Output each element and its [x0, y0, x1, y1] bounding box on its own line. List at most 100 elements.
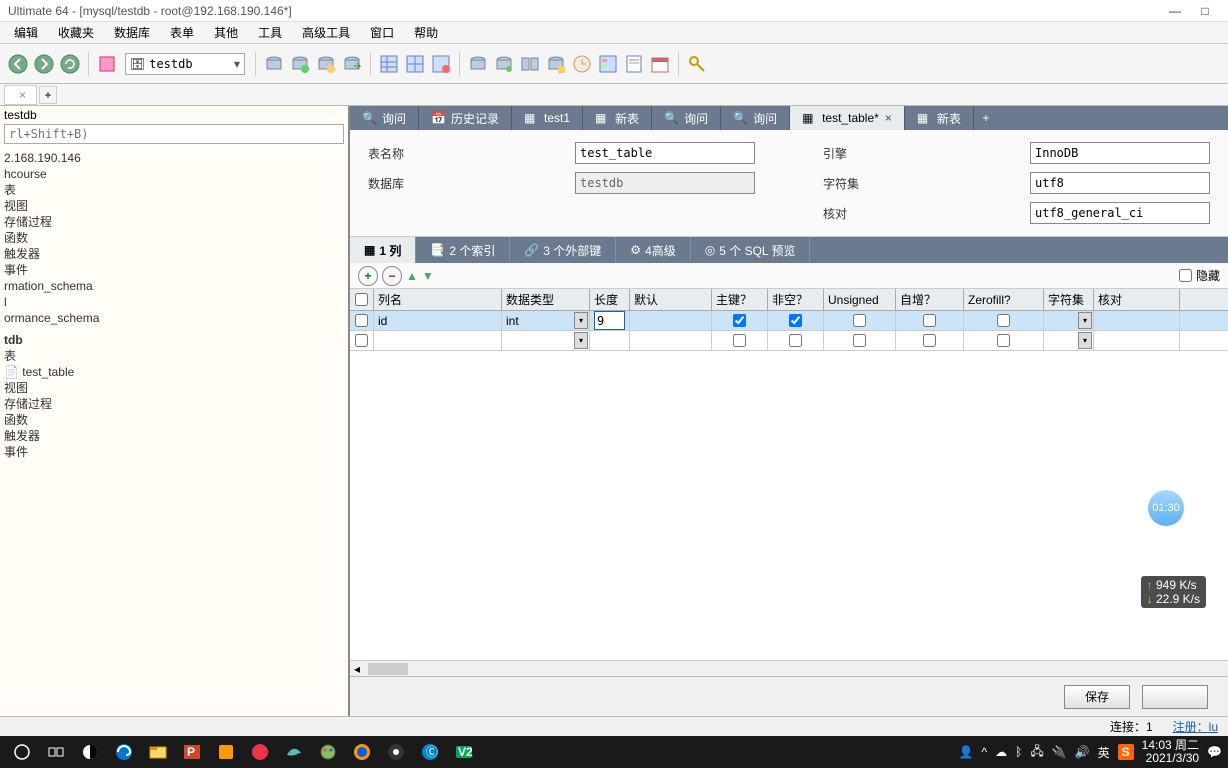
engine-select[interactable]: InnoDB [1030, 142, 1210, 164]
task-view-icon[interactable] [40, 738, 72, 766]
firefox-icon[interactable] [346, 738, 378, 766]
pk-checkbox[interactable] [733, 334, 746, 347]
unsigned-checkbox[interactable] [853, 334, 866, 347]
tree-node[interactable]: rmation_schema [2, 278, 346, 294]
menu-window[interactable]: 窗口 [360, 22, 404, 43]
grid2-icon[interactable] [403, 52, 427, 76]
db-schedule-icon[interactable] [570, 52, 594, 76]
menu-help[interactable]: 帮助 [404, 22, 448, 43]
unsigned-checkbox[interactable] [853, 314, 866, 327]
tree-child[interactable]: 存储过程 [2, 396, 346, 412]
maximize-button[interactable]: □ [1190, 4, 1220, 18]
col-default-cell[interactable] [630, 311, 712, 330]
delete-column-button[interactable]: − [382, 266, 402, 286]
report-icon[interactable] [622, 52, 646, 76]
object-tree[interactable]: 2.168.190.146 hcourse 表 视图 存储过程 函数 触发器 事… [0, 146, 348, 716]
subtab-advanced[interactable]: ⚙4高级 [616, 237, 690, 263]
tree-child[interactable]: 视图 [2, 380, 346, 396]
tray-notif-icon[interactable]: 💬 [1207, 745, 1222, 759]
menu-edit[interactable]: 编辑 [4, 22, 48, 43]
col-len-cell[interactable] [590, 331, 630, 350]
col-collation-cell[interactable] [1094, 331, 1180, 350]
sidebar-root[interactable]: testdb [4, 108, 344, 122]
app3-icon[interactable] [244, 738, 276, 766]
db-sync1-icon[interactable] [466, 52, 490, 76]
col-type-cell[interactable]: int▾ [502, 311, 590, 330]
zerofill-checkbox[interactable] [997, 314, 1010, 327]
tree-node[interactable]: hcourse [2, 166, 346, 182]
tab-test-table[interactable]: ▦test_table*× [790, 106, 905, 130]
col-default-header[interactable]: 默认 [630, 289, 712, 310]
app5-icon[interactable]: Ⓒ [414, 738, 446, 766]
tab-query3[interactable]: 🔍询问 [721, 106, 790, 130]
db-tool4-icon[interactable] [340, 52, 364, 76]
tree-node[interactable]: 2.168.190.146 [2, 150, 346, 166]
tray-vol-icon[interactable]: 🔊 [1075, 745, 1090, 759]
tree-child-table[interactable]: 📄 test_table [2, 364, 346, 380]
subtab-fk[interactable]: 🔗3 个外部键 [510, 237, 616, 263]
powerpoint-icon[interactable]: P [176, 738, 208, 766]
new-conn-icon[interactable] [95, 52, 119, 76]
app2-icon[interactable] [210, 738, 242, 766]
tray-bt-icon[interactable]: ᛒ [1015, 745, 1022, 759]
db-backup-icon[interactable] [544, 52, 568, 76]
db-tool1-icon[interactable] [262, 52, 286, 76]
col-name-cell[interactable]: id [374, 311, 502, 330]
col-charset-header[interactable]: 字符集 [1044, 289, 1094, 310]
col-nn-header[interactable]: 非空？ [768, 289, 824, 310]
col-charset-cell[interactable]: ▾ [1044, 311, 1094, 330]
tree-node[interactable]: 视图 [2, 198, 346, 214]
tree-node[interactable]: 表 [2, 182, 346, 198]
tree-node[interactable]: 函数 [2, 230, 346, 246]
grid-icon[interactable] [377, 52, 401, 76]
taskbar-clock[interactable]: 14:03 周二 2021/3/30 [1142, 739, 1199, 765]
db-compare-icon[interactable] [518, 52, 542, 76]
col-type-header[interactable]: 数据类型 [502, 289, 590, 310]
pk-checkbox[interactable] [733, 314, 746, 327]
move-up-icon[interactable]: ▲ [406, 269, 418, 283]
menu-favorites[interactable]: 收藏夹 [48, 22, 104, 43]
tree-node[interactable]: ormance_schema [2, 310, 346, 326]
add-tab-button[interactable]: + [974, 106, 998, 130]
save-button[interactable]: 保存 [1064, 685, 1130, 709]
tree-node[interactable]: 触发器 [2, 246, 346, 262]
add-column-button[interactable]: + [358, 266, 378, 286]
menu-table[interactable]: 表单 [160, 22, 204, 43]
nav-back-icon[interactable] [6, 52, 30, 76]
minimize-button[interactable]: — [1160, 4, 1190, 18]
tree-node[interactable]: 事件 [2, 262, 346, 278]
start-button[interactable] [6, 738, 38, 766]
tree-node[interactable]: l [2, 294, 346, 310]
charset-dropdown-icon[interactable]: ▾ [1078, 332, 1092, 349]
key-icon[interactable] [685, 52, 709, 76]
col-default-cell[interactable] [630, 331, 712, 350]
tab-newtable2[interactable]: ▦新表 [905, 106, 974, 130]
subtab-columns[interactable]: ▦1 列 [350, 237, 416, 263]
menu-other[interactable]: 其他 [204, 22, 248, 43]
close-tab-icon[interactable]: × [885, 111, 892, 125]
collation-select[interactable]: utf8_general_ci [1030, 202, 1210, 224]
explorer-icon[interactable] [142, 738, 174, 766]
hide-checkbox[interactable] [1179, 269, 1192, 282]
col-name-cell[interactable] [374, 331, 502, 350]
tray-cloud-icon[interactable]: ☁ [995, 745, 1007, 759]
db-selector[interactable]: 🗄 testdb ▾ [125, 53, 245, 75]
autoinc-checkbox[interactable] [923, 334, 936, 347]
type-dropdown-icon[interactable]: ▾ [574, 332, 588, 349]
add-conn-tab[interactable]: + [39, 86, 57, 104]
charset-dropdown-icon[interactable]: ▾ [1078, 312, 1092, 329]
edge-icon[interactable] [108, 738, 140, 766]
tray-ime[interactable]: 英 [1098, 744, 1110, 761]
tree-child[interactable]: 事件 [2, 444, 346, 460]
col-charset-cell[interactable]: ▾ [1044, 331, 1094, 350]
status-register[interactable]: 注册：lu [1173, 718, 1218, 735]
dolphin-icon[interactable] [278, 738, 310, 766]
app4-icon[interactable] [380, 738, 412, 766]
column-row-empty[interactable]: ▾ ▾ [350, 331, 1228, 351]
tray-net-icon[interactable]: 🖧 [1030, 742, 1043, 763]
row-select-checkbox[interactable] [355, 334, 368, 347]
type-dropdown-icon[interactable]: ▾ [574, 312, 588, 329]
close-tab-icon[interactable]: × [19, 88, 26, 102]
calendar-icon[interactable] [648, 52, 672, 76]
col-name-header[interactable]: 列名 [374, 289, 502, 310]
